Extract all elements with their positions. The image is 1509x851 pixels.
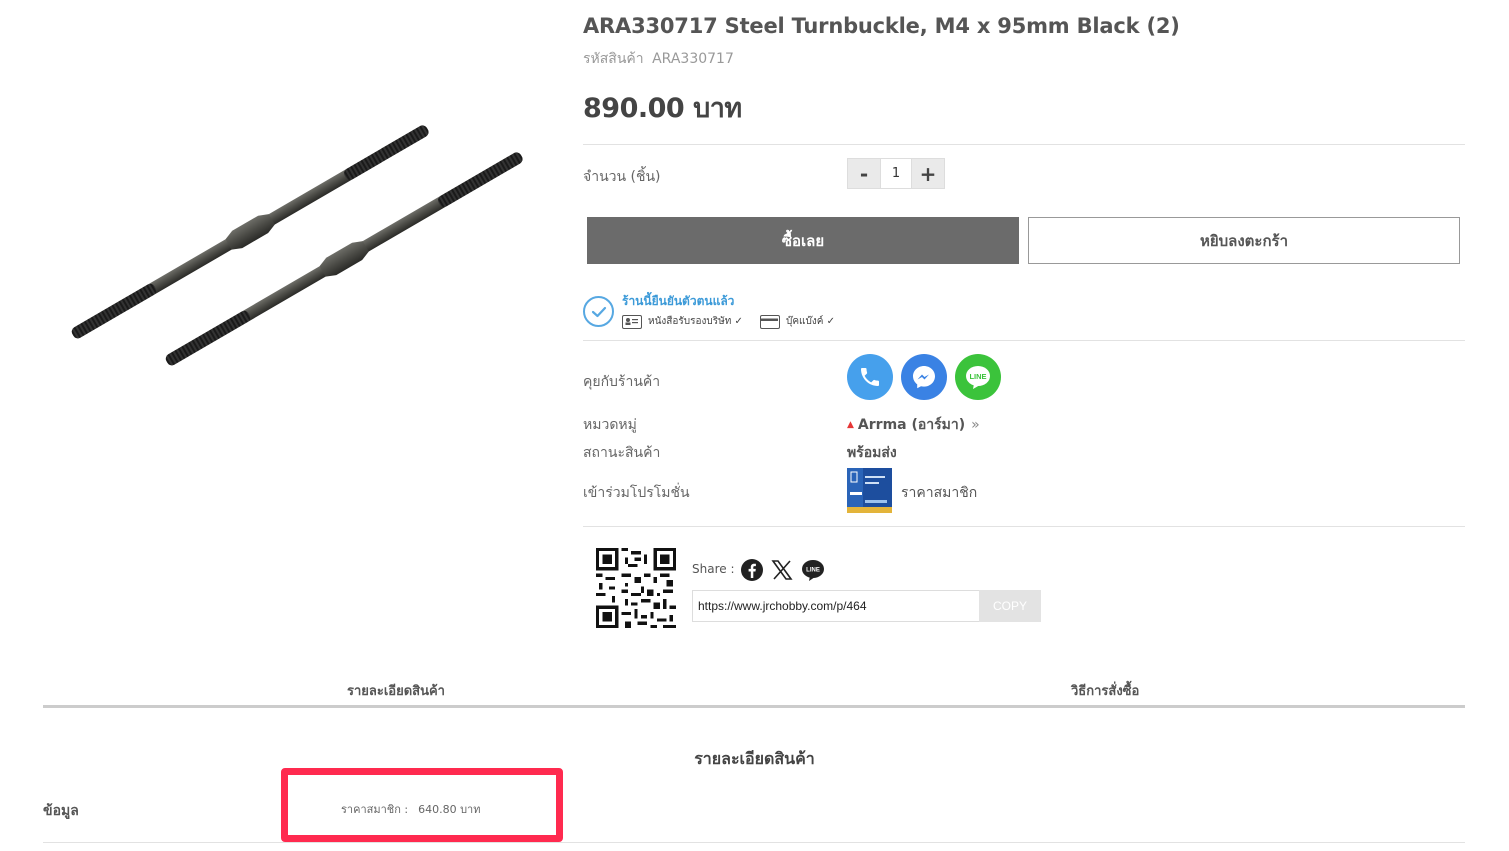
status-label: สถานะสินค้า	[583, 445, 661, 461]
product-title: ARA330717 Steel Turnbuckle, M4 x 95mm Bl…	[583, 14, 1180, 38]
divider	[583, 144, 1465, 145]
section-title: รายละเอียดสินค้า	[694, 749, 815, 768]
category-triangle-icon: ▲	[847, 420, 854, 430]
member-price-label: ราคาสมาชิก :	[341, 803, 409, 816]
facebook-icon[interactable]	[740, 558, 764, 582]
sku-value: ARA330717	[652, 51, 734, 67]
divider	[43, 842, 1465, 843]
product-sku: รหัสสินค้า ARA330717	[583, 48, 734, 70]
verified-check-icon	[583, 296, 614, 327]
bank-book: บุ๊คแบ๊งค์ ✓	[760, 314, 835, 329]
messenger-icon	[913, 366, 935, 389]
copy-button[interactable]: COPY	[979, 590, 1041, 622]
buy-now-button[interactable]: ซื้อเลย	[587, 217, 1019, 264]
company-certificate-label: หนังสือรับรองบริษัท ✓	[648, 316, 743, 327]
divider	[583, 340, 1465, 341]
product-tabs: รายละเอียดสินค้า วิธีการสั่งซื้อ	[43, 670, 1465, 708]
divider	[583, 526, 1465, 527]
phone-icon	[861, 368, 879, 386]
line-button[interactable]: LINE	[955, 354, 1001, 400]
promotion-thumbnail[interactable]	[847, 468, 892, 513]
id-card-icon	[622, 314, 642, 329]
line-share-icon[interactable]: LINE	[801, 558, 825, 582]
category-value: Arrma (อาร์มา)	[857, 417, 966, 433]
category-label: หมวดหมู่	[583, 417, 637, 433]
quantity-increase-button[interactable]: +	[912, 159, 944, 188]
double-chevron-right-icon: »	[971, 417, 980, 433]
qr-code	[596, 548, 676, 628]
tab-product-details[interactable]: รายละเอียดสินค้า	[347, 680, 445, 701]
status-value: พร้อมส่ง	[847, 445, 897, 461]
share-label: Share :	[692, 562, 735, 576]
contact-shop-label: คุยกับร้านค้า	[583, 374, 661, 390]
promotion-label: เข้าร่วมโปรโมชั่น	[583, 485, 690, 501]
quantity-label: จำนวน (ชิ้น)	[583, 169, 661, 185]
product-price: 890.00 บาท	[583, 93, 742, 124]
tab-how-to-order[interactable]: วิธีการสั่งซื้อ	[1071, 680, 1139, 701]
info-label: ข้อมูล	[43, 803, 79, 819]
line-icon-text: LINE	[969, 372, 986, 381]
quantity-input[interactable]: 1	[880, 159, 912, 188]
verified-shop-title: ร้านนี้ยืนยันตัวตนแล้ว	[622, 294, 735, 308]
quantity-stepper: - 1 +	[847, 158, 945, 189]
product-image	[71, 125, 523, 366]
add-to-cart-button[interactable]: หยิบลงตะกร้า	[1028, 217, 1460, 264]
member-price-value: 640.80 บาท	[418, 803, 481, 816]
line-share-icon-text: LINE	[806, 568, 820, 574]
promotion-value: ราคาสมาชิก	[901, 485, 978, 501]
x-twitter-icon[interactable]	[770, 558, 794, 582]
company-certificate: หนังสือรับรองบริษัท ✓	[622, 314, 743, 329]
bank-card-icon	[760, 314, 780, 329]
share-url-input[interactable]	[692, 590, 980, 622]
member-price: ราคาสมาชิก : 640.80 บาท	[341, 800, 481, 818]
sku-label: รหัสสินค้า	[583, 51, 644, 67]
category-link[interactable]: ▲ Arrma (อาร์มา) »	[847, 414, 980, 436]
phone-button[interactable]	[847, 354, 893, 400]
line-icon: LINE	[966, 366, 990, 389]
quantity-decrease-button[interactable]: -	[848, 159, 880, 188]
bank-book-label: บุ๊คแบ๊งค์ ✓	[786, 316, 835, 327]
messenger-button[interactable]	[901, 354, 947, 400]
